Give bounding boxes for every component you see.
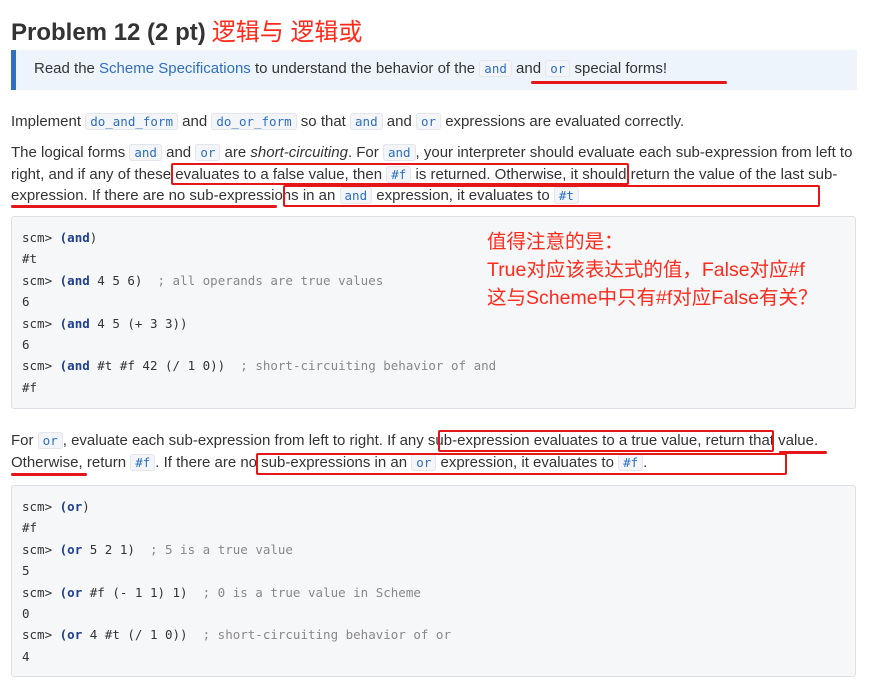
code-output: 0 [22, 605, 30, 621]
underline-that-value [11, 473, 87, 476]
code-or: or [195, 144, 221, 161]
code-keyword: (or [59, 627, 83, 643]
code-false: #f [618, 453, 644, 471]
paragraph-implement: Implement do_and_form and do_or_form so … [11, 111, 861, 133]
text: Implement [11, 113, 86, 130]
annotation-line-3: 这与Scheme中只有#f对应False有关？ [487, 287, 818, 309]
code-expression: 4 5 6) [89, 272, 143, 288]
code-line: 5 [22, 560, 855, 581]
code-line: 4 [22, 646, 855, 667]
info-note: Read the Scheme Specifications to unders… [11, 50, 857, 90]
text: . For [347, 144, 383, 161]
code-expression: ) [82, 499, 90, 514]
code-prompt: scm> [22, 272, 60, 288]
text: . [643, 453, 648, 471]
text: . If there are no sub-expressions in an [155, 453, 412, 471]
text: so that [296, 113, 351, 130]
code-comment: ; all operands are true values [142, 272, 384, 288]
note-text-1: Read the [34, 60, 100, 77]
annotation-line-1: 值得注意的是： [487, 231, 624, 253]
code-keyword: (and [59, 358, 90, 374]
text: and [178, 113, 212, 130]
text: are [220, 144, 251, 161]
code-output: 4 [22, 648, 30, 664]
code-and: and [382, 144, 416, 161]
code-and: and [339, 187, 373, 204]
page-title: Problem 12 (2 pt) 逻辑与 逻辑或 [11, 12, 362, 47]
code-keyword: (or [59, 541, 83, 557]
code-and: and [129, 144, 162, 161]
title-text: Problem 12 (2 pt) [11, 19, 206, 46]
code-line: scm> (and #t #f 42 (/ 1 0)) ; short-circ… [22, 355, 855, 376]
code-output: 6 [22, 336, 30, 352]
code-false: #f [386, 165, 412, 183]
paragraph-or: For or, evaluate each sub-expression fro… [11, 430, 861, 473]
code-expression: ) [89, 230, 98, 245]
paragraph-logical-forms: The logical forms and and or are short-c… [11, 142, 861, 207]
code-expression: #f (- 1 1) 1) [82, 584, 188, 600]
scheme-spec-link[interactable]: Scheme Specifications [99, 60, 251, 77]
text: expressions are evaluated correctly. [441, 113, 685, 130]
code-or: or [415, 113, 442, 130]
code-prompt: scm> [22, 358, 60, 374]
text: expression, it evaluates to [372, 187, 554, 204]
code-line: #f [22, 517, 855, 538]
text: expression, it evaluates to [436, 453, 619, 471]
code-output: #f [22, 379, 38, 395]
code-false: #f [130, 453, 156, 471]
code-and: and [479, 60, 512, 77]
code-true: #t [553, 187, 579, 204]
code-block-or: scm> (or) #f scm> (or 5 2 1) ; 5 is a true… [11, 485, 856, 677]
code-and: and [350, 113, 383, 130]
code-output: 5 [22, 563, 30, 579]
code-expression: 4 #t (/ 1 0)) [82, 627, 188, 643]
code-prompt: scm> [22, 230, 60, 245]
code-or: or [545, 60, 571, 77]
text: and [161, 144, 196, 161]
annotation-line-2: True对应该表达式的值，False对应#f [487, 259, 805, 281]
note-text-3: special forms! [570, 60, 668, 77]
code-comment: ; short-circuiting behavior of and [225, 358, 497, 374]
code-output: 6 [22, 294, 30, 310]
code-keyword: (or [59, 499, 83, 514]
code-expression: #t #f 42 (/ 1 0)) [89, 358, 226, 374]
code-do-and-form: do_and_form [85, 113, 178, 130]
text: The logical forms [11, 144, 130, 161]
code-expression: 4 5 (+ 3 3)) [89, 315, 188, 331]
code-line: 0 [22, 603, 855, 624]
code-comment: ; 0 is a true value in Scheme [187, 584, 421, 600]
code-keyword: (and [59, 230, 90, 245]
code-prompt: scm> [22, 627, 60, 643]
code-output: #f [22, 520, 38, 536]
code-comment: ; short-circuiting behavior of or [187, 627, 451, 643]
text: For [11, 432, 38, 449]
code-keyword: (and [59, 315, 90, 331]
code-line: scm> (and 4 5 (+ 3 3)) [22, 313, 855, 334]
title-annotation: 逻辑与 逻辑或 [211, 19, 363, 46]
code-line: scm> (or #f (- 1 1) 1) ; 0 is a true val… [22, 582, 855, 603]
text: and [382, 113, 416, 130]
code-line: #f [22, 377, 855, 398]
code-or: or [411, 453, 437, 471]
code-line: scm> (or) [22, 496, 855, 517]
code-line: scm> (or 5 2 1) ; 5 is a true value [22, 539, 855, 560]
code-do-or-form: do_or_form [211, 113, 297, 130]
emphasis-short-circuiting: short-circuiting [250, 144, 348, 161]
code-prompt: scm> [22, 584, 60, 600]
code-expression: 5 2 1) [82, 541, 135, 557]
code-keyword: (or [59, 584, 83, 600]
code-keyword: (and [59, 272, 90, 288]
handwritten-annotation: 值得注意的是： True对应该表达式的值，False对应#f 这与Scheme中… [487, 228, 817, 312]
code-prompt: scm> [22, 541, 60, 557]
code-prompt: scm> [22, 315, 60, 331]
code-comment: ; 5 is a true value [134, 541, 293, 557]
note-text-2: to understand the behavior of the [250, 60, 480, 77]
code-output: #t [22, 251, 38, 267]
code-line: scm> (or 4 #t (/ 1 0)) ; short-circuitin… [22, 624, 855, 645]
code-or: or [37, 432, 63, 449]
code-prompt: scm> [22, 499, 60, 514]
note-and-word: and [511, 60, 546, 77]
code-line: 6 [22, 334, 855, 355]
